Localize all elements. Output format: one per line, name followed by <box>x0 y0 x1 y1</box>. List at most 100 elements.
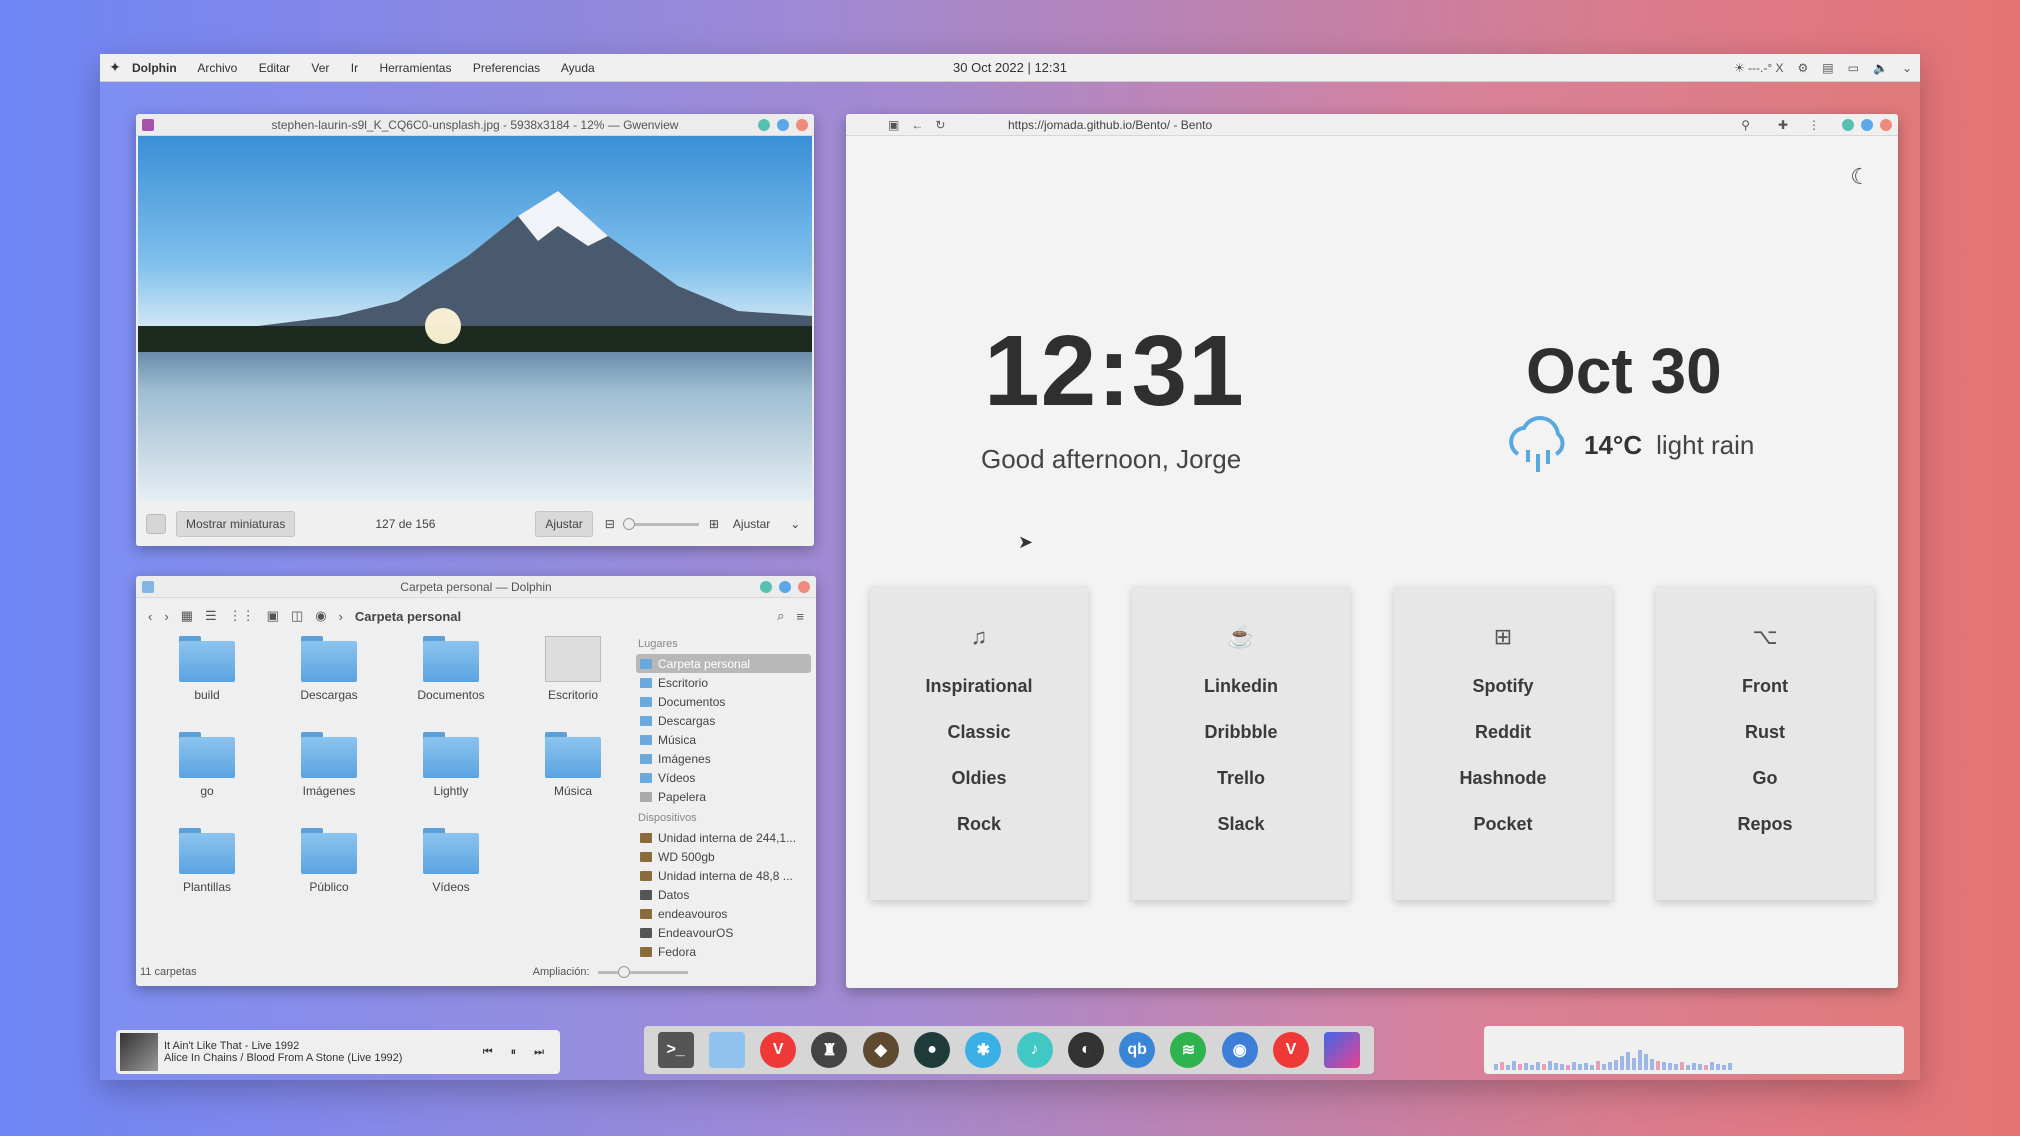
folder-item[interactable]: go <box>146 732 268 798</box>
place-item[interactable]: Papelera <box>636 787 811 806</box>
bookmark-link[interactable]: Reddit <box>1475 722 1531 768</box>
close-button[interactable] <box>798 581 810 593</box>
maximize-button[interactable] <box>779 581 791 593</box>
steam-icon[interactable]: ◐ <box>1067 1032 1104 1068</box>
cat-icon[interactable]: ◆ <box>862 1032 899 1068</box>
place-item[interactable]: Descargas <box>636 711 811 730</box>
bookmark-link[interactable]: Spotify <box>1473 676 1534 722</box>
bookmark-link[interactable]: Repos <box>1737 814 1792 860</box>
maximize-button[interactable] <box>777 119 789 131</box>
icons-view-icon[interactable]: ▦ <box>181 608 193 624</box>
vivaldi-icon[interactable]: V <box>760 1032 797 1068</box>
folder-item[interactable]: Documentos <box>390 636 512 702</box>
menu-ayuda[interactable]: Ayuda <box>561 61 595 75</box>
bookmark-link[interactable]: Classic <box>947 722 1010 768</box>
app-launcher-icon[interactable]: ✦ <box>106 59 124 77</box>
menu-herramientas[interactable]: Herramientas <box>379 61 451 75</box>
previous-track-icon[interactable]: ⏮ <box>483 1046 493 1059</box>
browser-titlebar[interactable]: ▣ ← ↻ https://jomada.github.io/Bento/ - … <box>846 114 1898 136</box>
device-item[interactable]: EndeavourOS <box>636 923 811 942</box>
display-tray-icon[interactable]: ▭ <box>1848 61 1859 75</box>
chevron-down-icon[interactable]: ⌄ <box>790 517 800 531</box>
place-item[interactable]: Música <box>636 730 811 749</box>
split-icon[interactable]: ◫ <box>291 608 303 624</box>
weather-tray-icon[interactable]: ☀ ---.-° X <box>1734 61 1784 75</box>
bookmark-link[interactable]: Linkedin <box>1204 676 1278 722</box>
ghost-icon[interactable]: ♜ <box>811 1032 848 1068</box>
url-bar[interactable]: https://jomada.github.io/Bento/ - Bento <box>1008 118 1212 132</box>
toggle-app-icon[interactable]: ◉ <box>1221 1032 1258 1068</box>
compact-view-icon[interactable]: ⋮⋮ <box>229 608 255 624</box>
kebab-menu-icon[interactable]: ⋮ <box>1808 118 1820 132</box>
place-item[interactable]: Carpeta personal <box>636 654 811 673</box>
bookmark-link[interactable]: Inspirational <box>925 676 1032 722</box>
folder-item[interactable]: Vídeos <box>390 828 512 894</box>
back-icon[interactable]: ← <box>911 118 923 132</box>
menu-archivo[interactable]: Archivo <box>197 61 237 75</box>
folder-item[interactable]: Plantillas <box>146 828 268 894</box>
extension-icon[interactable]: ▣ <box>888 118 899 132</box>
zoom-out-icon[interactable]: ⊟ <box>605 517 615 531</box>
fit-button[interactable]: Ajustar <box>535 511 593 537</box>
qbittorrent-icon[interactable]: qb <box>1119 1032 1156 1068</box>
menu-ir[interactable]: Ir <box>351 61 358 75</box>
device-item[interactable]: WD 500gb <box>636 847 811 866</box>
bookmark-link[interactable]: Front <box>1742 676 1788 722</box>
gwenview-titlebar[interactable]: stephen-laurin-s9l_K_CQ6C0-unsplash.jpg … <box>136 114 814 136</box>
zoom-slider[interactable] <box>597 965 688 978</box>
menu-ver[interactable]: Ver <box>311 61 329 75</box>
spotify-icon[interactable]: ≋ <box>1170 1032 1207 1068</box>
sidebar-toggle-icon[interactable] <box>146 514 166 534</box>
place-item[interactable]: Escritorio <box>636 673 811 692</box>
bookmark-link[interactable]: Trello <box>1217 768 1265 814</box>
bookmark-link[interactable]: Go <box>1753 768 1778 814</box>
files-icon[interactable] <box>708 1032 745 1068</box>
music-app-icon[interactable]: ♪ <box>1016 1032 1053 1068</box>
folder-item[interactable]: Escritorio <box>512 636 634 702</box>
gradient-app-icon[interactable] <box>1324 1032 1361 1068</box>
menu-preferencias[interactable]: Preferencias <box>473 61 540 75</box>
bookmark-link[interactable]: Pocket <box>1473 814 1532 860</box>
puzzle-icon[interactable]: ✚ <box>1778 118 1788 132</box>
folder-item[interactable]: Música <box>512 732 634 798</box>
kite-icon[interactable]: ✱ <box>965 1032 1002 1068</box>
hamburger-menu-icon[interactable]: ≡ <box>796 609 804 624</box>
dolphin-titlebar[interactable]: Carpeta personal — Dolphin <box>136 576 816 598</box>
folder-item[interactable]: Público <box>268 828 390 894</box>
bookmark-link[interactable]: Rock <box>957 814 1001 860</box>
minimize-button[interactable] <box>1842 119 1854 131</box>
moon-icon[interactable]: ☾ <box>1850 164 1870 190</box>
show-thumbnails-button[interactable]: Mostrar miniaturas <box>176 511 296 537</box>
breadcrumb[interactable]: Carpeta personal <box>355 609 461 624</box>
clipboard-tray-icon[interactable]: ▤ <box>1822 61 1833 75</box>
minimize-button[interactable] <box>758 119 770 131</box>
device-item[interactable]: endeavouros <box>636 904 811 923</box>
search-icon[interactable]: ⌕ <box>777 608 784 624</box>
zoom-select[interactable]: Ajustar <box>733 517 770 531</box>
minimize-button[interactable] <box>760 581 772 593</box>
preview-icon[interactable]: ▣ <box>267 608 279 624</box>
place-item[interactable]: Imágenes <box>636 749 811 768</box>
menu-editar[interactable]: Editar <box>259 61 290 75</box>
folder-item[interactable]: Descargas <box>268 636 390 702</box>
terminal-icon[interactable]: >_ <box>657 1032 694 1068</box>
chevron-down-icon[interactable]: ⌄ <box>1902 61 1912 75</box>
back-icon[interactable]: ‹ <box>148 609 152 624</box>
details-view-icon[interactable]: ☰ <box>205 608 217 624</box>
reload-icon[interactable]: ↻ <box>935 118 945 132</box>
circle-app-icon[interactable]: ● <box>914 1032 951 1068</box>
vivaldi-icon[interactable]: V <box>1273 1032 1310 1068</box>
place-item[interactable]: Vídeos <box>636 768 811 787</box>
close-button[interactable] <box>796 119 808 131</box>
bookmark-link[interactable]: Rust <box>1745 722 1785 768</box>
pause-icon[interactable]: ⏸ <box>511 1046 517 1059</box>
bookmark-link[interactable]: Hashnode <box>1459 768 1546 814</box>
maximize-button[interactable] <box>1861 119 1873 131</box>
device-item[interactable]: Datos <box>636 885 811 904</box>
zoom-slider[interactable] <box>622 517 699 530</box>
device-item[interactable]: Unidad interna de 48,8 ... <box>636 866 811 885</box>
bookmark-link[interactable]: Dribbble <box>1204 722 1277 768</box>
location-icon[interactable]: ⚲ <box>1741 118 1750 132</box>
next-track-icon[interactable]: ⏭ <box>534 1046 544 1059</box>
bookmark-link[interactable]: Slack <box>1217 814 1264 860</box>
